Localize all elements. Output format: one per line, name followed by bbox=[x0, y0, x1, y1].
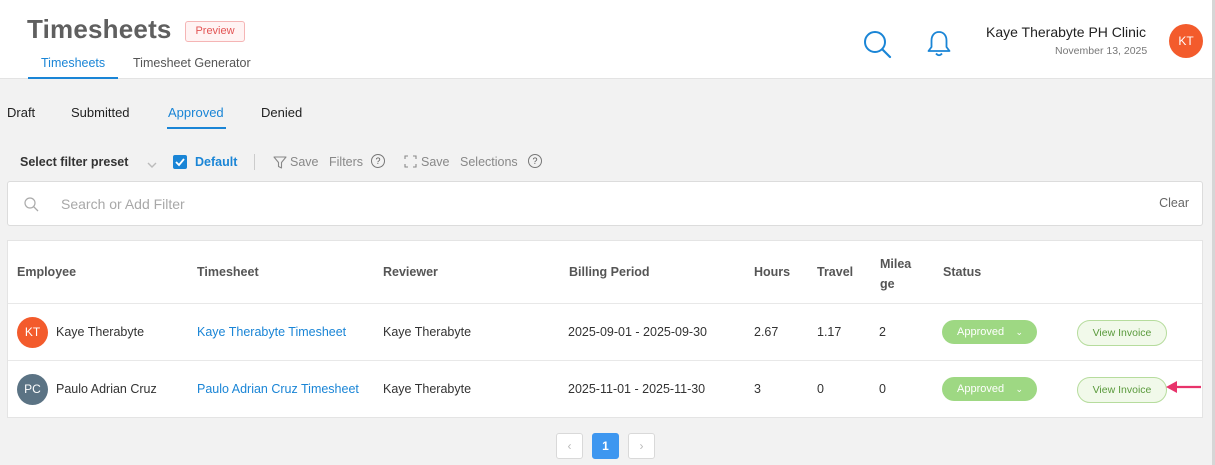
active-tab-indicator bbox=[28, 77, 118, 79]
tab-approved[interactable]: Approved bbox=[168, 105, 224, 120]
table-row[interactable]: PC Paulo Adrian Cruz Paulo Adrian Cruz T… bbox=[8, 360, 1202, 417]
tab-draft[interactable]: Draft bbox=[7, 105, 35, 120]
employee-name: Paulo Adrian Cruz bbox=[56, 382, 157, 396]
selections-help-icon[interactable]: ? bbox=[528, 154, 542, 168]
billing-period: 2025-11-01 - 2025-11-30 bbox=[568, 382, 706, 396]
reviewer-name: Kaye Therabyte bbox=[383, 382, 472, 396]
pagination-prev-button[interactable]: ‹ bbox=[556, 433, 583, 459]
filters-help-icon[interactable]: ? bbox=[371, 154, 385, 168]
filter-preset-select[interactable]: Select filter preset bbox=[20, 155, 128, 169]
column-header-reviewer[interactable]: Reviewer bbox=[383, 265, 438, 279]
column-header-travel[interactable]: Travel bbox=[817, 265, 853, 279]
clear-button[interactable]: Clear bbox=[1159, 196, 1189, 210]
divider bbox=[254, 154, 255, 170]
timesheets-table: Employee Timesheet Reviewer Billing Peri… bbox=[7, 240, 1203, 418]
mileage-value: 2 bbox=[879, 325, 886, 339]
annotation-arrow-icon bbox=[1163, 378, 1203, 401]
table-row[interactable]: KT Kaye Therabyte Kaye Therabyte Timeshe… bbox=[8, 303, 1202, 360]
column-header-billing-period[interactable]: Billing Period bbox=[569, 265, 650, 279]
timesheet-link[interactable]: Kaye Therabyte Timesheet bbox=[197, 325, 346, 339]
user-avatar[interactable]: KT bbox=[1169, 24, 1203, 58]
filter-icon[interactable] bbox=[273, 156, 287, 172]
save-filters-label[interactable]: Filters bbox=[329, 155, 363, 169]
chevron-down-icon: ⌄ bbox=[1015, 327, 1023, 337]
pagination-page-button[interactable]: 1 bbox=[592, 433, 619, 459]
timesheet-link[interactable]: Paulo Adrian Cruz Timesheet bbox=[197, 382, 359, 396]
mileage-value: 0 bbox=[879, 382, 886, 396]
page-header: Timesheets Preview Timesheets Timesheet … bbox=[0, 0, 1215, 79]
chevron-down-icon[interactable] bbox=[146, 157, 158, 175]
column-header-hours[interactable]: Hours bbox=[754, 265, 790, 279]
status-dropdown[interactable]: Approved ⌄ bbox=[942, 377, 1037, 401]
employee-avatar: PC bbox=[17, 374, 48, 405]
tab-timesheet-generator[interactable]: Timesheet Generator bbox=[133, 56, 251, 70]
employee-name: Kaye Therabyte bbox=[56, 325, 145, 339]
save-selections-label[interactable]: Selections bbox=[460, 155, 518, 169]
preview-badge: Preview bbox=[185, 21, 245, 42]
pagination-next-button[interactable]: › bbox=[628, 433, 655, 459]
status-label: Approved bbox=[957, 383, 1005, 395]
column-header-employee[interactable]: Employee bbox=[17, 265, 76, 279]
search-bar: Clear bbox=[7, 181, 1203, 226]
view-invoice-button[interactable]: View Invoice bbox=[1077, 320, 1167, 346]
hours-value: 3 bbox=[754, 382, 761, 396]
column-header-timesheet[interactable]: Timesheet bbox=[197, 265, 259, 279]
save-selections-button[interactable]: Save bbox=[421, 155, 450, 169]
column-header-status[interactable]: Status bbox=[943, 265, 981, 279]
active-status-indicator bbox=[167, 127, 226, 129]
current-date: November 13, 2025 bbox=[1055, 45, 1148, 57]
search-icon[interactable] bbox=[862, 29, 892, 64]
status-label: Approved bbox=[957, 326, 1005, 338]
page-title: Timesheets bbox=[27, 14, 172, 44]
clinic-name: Kaye Therabyte PH Clinic bbox=[986, 24, 1147, 40]
employee-avatar: KT bbox=[17, 317, 48, 348]
tab-submitted[interactable]: Submitted bbox=[71, 105, 130, 120]
travel-value: 1.17 bbox=[817, 325, 842, 339]
reviewer-name: Kaye Therabyte bbox=[383, 325, 472, 339]
hours-value: 2.67 bbox=[754, 325, 779, 339]
search-input[interactable] bbox=[61, 194, 961, 214]
selection-icon[interactable] bbox=[404, 155, 417, 171]
bell-icon[interactable] bbox=[926, 30, 952, 63]
billing-period: 2025-09-01 - 2025-09-30 bbox=[568, 325, 707, 339]
status-dropdown[interactable]: Approved ⌄ bbox=[942, 320, 1037, 344]
view-invoice-button[interactable]: View Invoice bbox=[1077, 377, 1167, 403]
tab-denied[interactable]: Denied bbox=[261, 105, 302, 120]
check-icon bbox=[175, 158, 185, 167]
column-header-mileage[interactable]: Mileage bbox=[880, 254, 916, 294]
default-preset-label[interactable]: Default bbox=[195, 155, 237, 169]
default-checkbox[interactable] bbox=[173, 155, 187, 169]
save-filters-button[interactable]: Save bbox=[290, 155, 319, 169]
tab-timesheets[interactable]: Timesheets bbox=[41, 56, 105, 70]
travel-value: 0 bbox=[817, 382, 824, 396]
search-icon bbox=[24, 197, 39, 217]
chevron-down-icon: ⌄ bbox=[1015, 384, 1023, 394]
